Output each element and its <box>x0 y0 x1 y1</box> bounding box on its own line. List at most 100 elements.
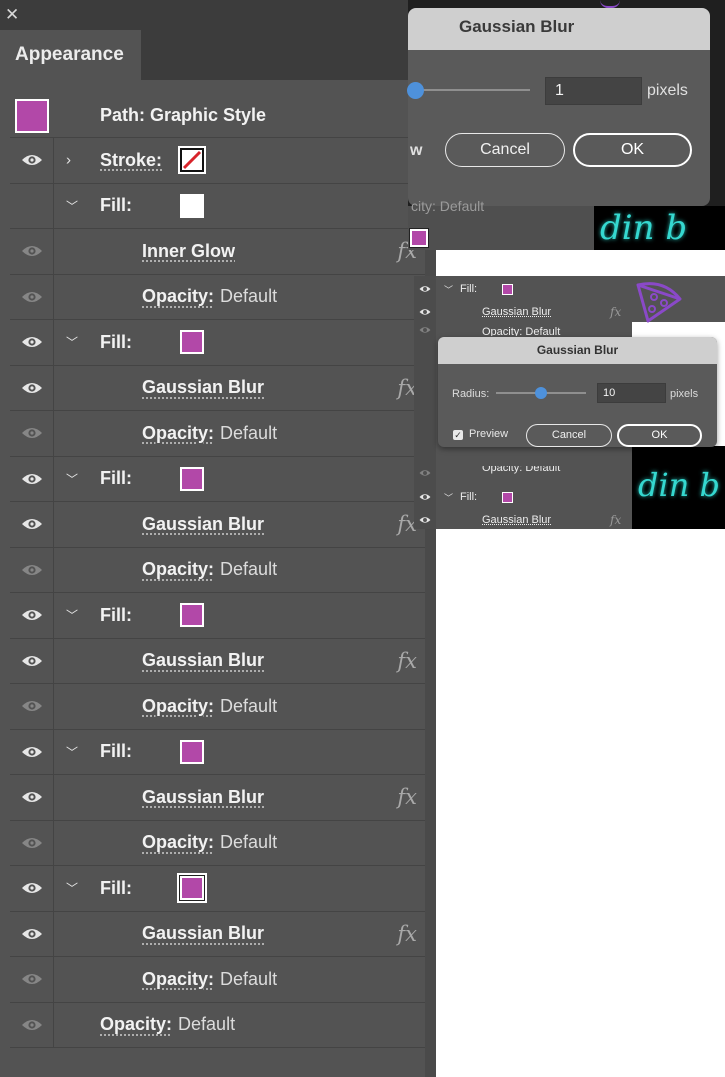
opacity-link[interactable]: Opacity: <box>142 696 214 716</box>
appearance-row-opacity-object[interactable]: Opacity: Default <box>10 1002 425 1048</box>
effect-link[interactable]: Gaussian Blur <box>142 650 264 671</box>
fx-icon[interactable]: fx <box>397 785 417 809</box>
small-fill-swatch[interactable] <box>502 491 513 503</box>
eye-icon[interactable] <box>21 790 43 804</box>
preview-checkbox[interactable]: ✓ <box>453 430 463 440</box>
fill-swatch[interactable] <box>180 193 204 218</box>
small-row-opacity[interactable]: Opacity: Default <box>416 324 636 336</box>
appearance-row-fill[interactable]: ﹀ Fill: <box>10 456 425 502</box>
chevron-down-icon[interactable]: ﹀ <box>444 283 453 296</box>
opacity-link[interactable]: Opacity: <box>142 559 214 579</box>
eye-icon[interactable] <box>21 608 43 622</box>
chevron-down-icon[interactable]: ﹀ <box>444 491 453 504</box>
small-fill-swatch[interactable] <box>502 283 513 295</box>
opacity-link[interactable]: Opacity: <box>142 423 214 443</box>
effect-link[interactable]: Gaussian Blur <box>142 923 264 944</box>
eye-icon-dimmed[interactable] <box>21 563 43 577</box>
eye-icon-dimmed[interactable] <box>21 244 43 258</box>
eye-icon-dimmed[interactable] <box>21 426 43 440</box>
eye-icon[interactable] <box>21 153 43 167</box>
opacity-link[interactable]: Opacity: <box>142 832 214 852</box>
appearance-row-opacity[interactable]: Opacity: Default <box>10 684 425 730</box>
eye-icon-dimmed[interactable] <box>21 699 43 713</box>
appearance-row-effect[interactable]: Gaussian Blur fx <box>10 502 425 548</box>
effect-link[interactable]: Inner Glow <box>142 241 235 262</box>
appearance-row-fill[interactable]: ﹀ Fill: <box>10 729 425 775</box>
fx-icon[interactable]: fx <box>397 649 417 673</box>
small-row-effect[interactable]: Gaussian Blur fx <box>416 302 636 322</box>
chevron-down-icon[interactable]: ﹀ <box>66 607 78 624</box>
radius-slider-track[interactable] <box>418 89 530 91</box>
eye-icon[interactable] <box>21 881 43 895</box>
appearance-row-fill[interactable]: ﹀ Fill: <box>10 183 425 229</box>
chevron-right-icon[interactable]: › <box>66 152 71 169</box>
chevron-down-icon[interactable]: ﹀ <box>66 880 78 897</box>
fx-icon[interactable]: fx <box>610 305 621 319</box>
appearance-row-fill[interactable]: ﹀ Fill: <box>10 593 425 639</box>
style-thumbnail-swatch[interactable] <box>15 98 49 133</box>
eye-icon[interactable] <box>419 308 431 316</box>
effect-link[interactable]: Gaussian Blur <box>142 514 264 535</box>
effect-link[interactable]: Gaussian Blur <box>142 377 264 398</box>
eye-icon[interactable] <box>419 516 431 524</box>
small-effect-link[interactable]: Gaussian Blur <box>482 514 551 526</box>
eye-icon[interactable] <box>419 285 431 293</box>
stroke-none-swatch[interactable] <box>178 146 206 175</box>
fx-icon[interactable]: fx <box>610 513 621 527</box>
close-icon[interactable]: ✕ <box>5 6 19 23</box>
chevron-down-icon[interactable]: ﹀ <box>66 470 78 487</box>
small-row-effect[interactable]: Gaussian Blur fx <box>416 510 636 530</box>
radius-input[interactable]: 1 <box>545 77 642 105</box>
eye-icon-dimmed[interactable] <box>419 326 431 334</box>
fill-swatch[interactable] <box>180 739 204 764</box>
eye-icon[interactable] <box>21 381 43 395</box>
appearance-row-opacity[interactable]: Opacity: Default <box>10 957 425 1003</box>
eye-icon[interactable] <box>419 493 431 501</box>
appearance-row-fill[interactable]: ﹀ Fill: <box>10 320 425 366</box>
small-opacity-link[interactable]: Opacity: Default <box>482 326 560 336</box>
appearance-row-effect[interactable]: Gaussian Blur fx <box>10 911 425 957</box>
eye-icon[interactable] <box>21 927 43 941</box>
small-row-opacity[interactable]: Opacity: Default <box>416 466 636 480</box>
small-opacity-link[interactable]: Opacity: Default <box>482 466 560 474</box>
appearance-row-opacity[interactable]: Opacity: Default <box>10 411 425 457</box>
eye-icon[interactable] <box>21 517 43 531</box>
cancel-button[interactable]: Cancel <box>526 424 612 447</box>
chevron-down-icon[interactable]: ﹀ <box>66 334 78 351</box>
fx-icon[interactable]: fx <box>397 922 417 946</box>
appearance-row-effect[interactable]: Gaussian Blur fx <box>10 638 425 684</box>
tab-appearance[interactable]: Appearance <box>0 30 141 80</box>
fill-swatch[interactable] <box>180 466 204 491</box>
ok-button[interactable]: OK <box>573 133 692 167</box>
eye-icon[interactable] <box>21 745 43 759</box>
eye-icon[interactable] <box>21 335 43 349</box>
opacity-link[interactable]: Opacity: <box>142 286 214 306</box>
eye-icon[interactable] <box>21 472 43 486</box>
eye-icon-dimmed[interactable] <box>21 972 43 986</box>
small-row-fill[interactable]: ﹀ Fill: <box>416 279 636 299</box>
opacity-link[interactable]: Opacity: <box>100 1014 172 1034</box>
ok-button[interactable]: OK <box>617 424 702 447</box>
cancel-button[interactable]: Cancel <box>445 133 565 167</box>
row-label[interactable]: Stroke: <box>100 150 162 171</box>
eye-icon-dimmed[interactable] <box>21 290 43 304</box>
appearance-row-opacity[interactable]: Opacity: Default <box>10 820 425 866</box>
appearance-row-effect[interactable]: Gaussian Blur fx <box>10 365 425 411</box>
fill-swatch[interactable] <box>180 603 204 628</box>
fill-swatch-selected[interactable] <box>179 875 205 902</box>
eye-icon-dimmed[interactable] <box>21 836 43 850</box>
radius-slider-handle[interactable] <box>535 387 547 399</box>
appearance-row-opacity[interactable]: Opacity: Default <box>10 274 425 320</box>
small-effect-link[interactable]: Gaussian Blur <box>482 306 551 318</box>
opacity-link[interactable]: Opacity: <box>142 969 214 989</box>
chevron-down-icon[interactable]: ﹀ <box>66 743 78 760</box>
appearance-row-effect[interactable]: Gaussian Blur fx <box>10 775 425 821</box>
fill-swatch[interactable] <box>180 330 204 355</box>
radius-slider-handle[interactable] <box>407 82 424 99</box>
eye-icon-dimmed[interactable] <box>21 1018 43 1032</box>
appearance-row-fill[interactable]: ﹀ Fill: <box>10 866 425 912</box>
appearance-row-opacity[interactable]: Opacity: Default <box>10 547 425 593</box>
appearance-row-effect[interactable]: Inner Glow fx <box>10 229 425 275</box>
radius-input[interactable]: 10 <box>597 383 666 403</box>
eye-icon-dimmed[interactable] <box>419 469 431 477</box>
